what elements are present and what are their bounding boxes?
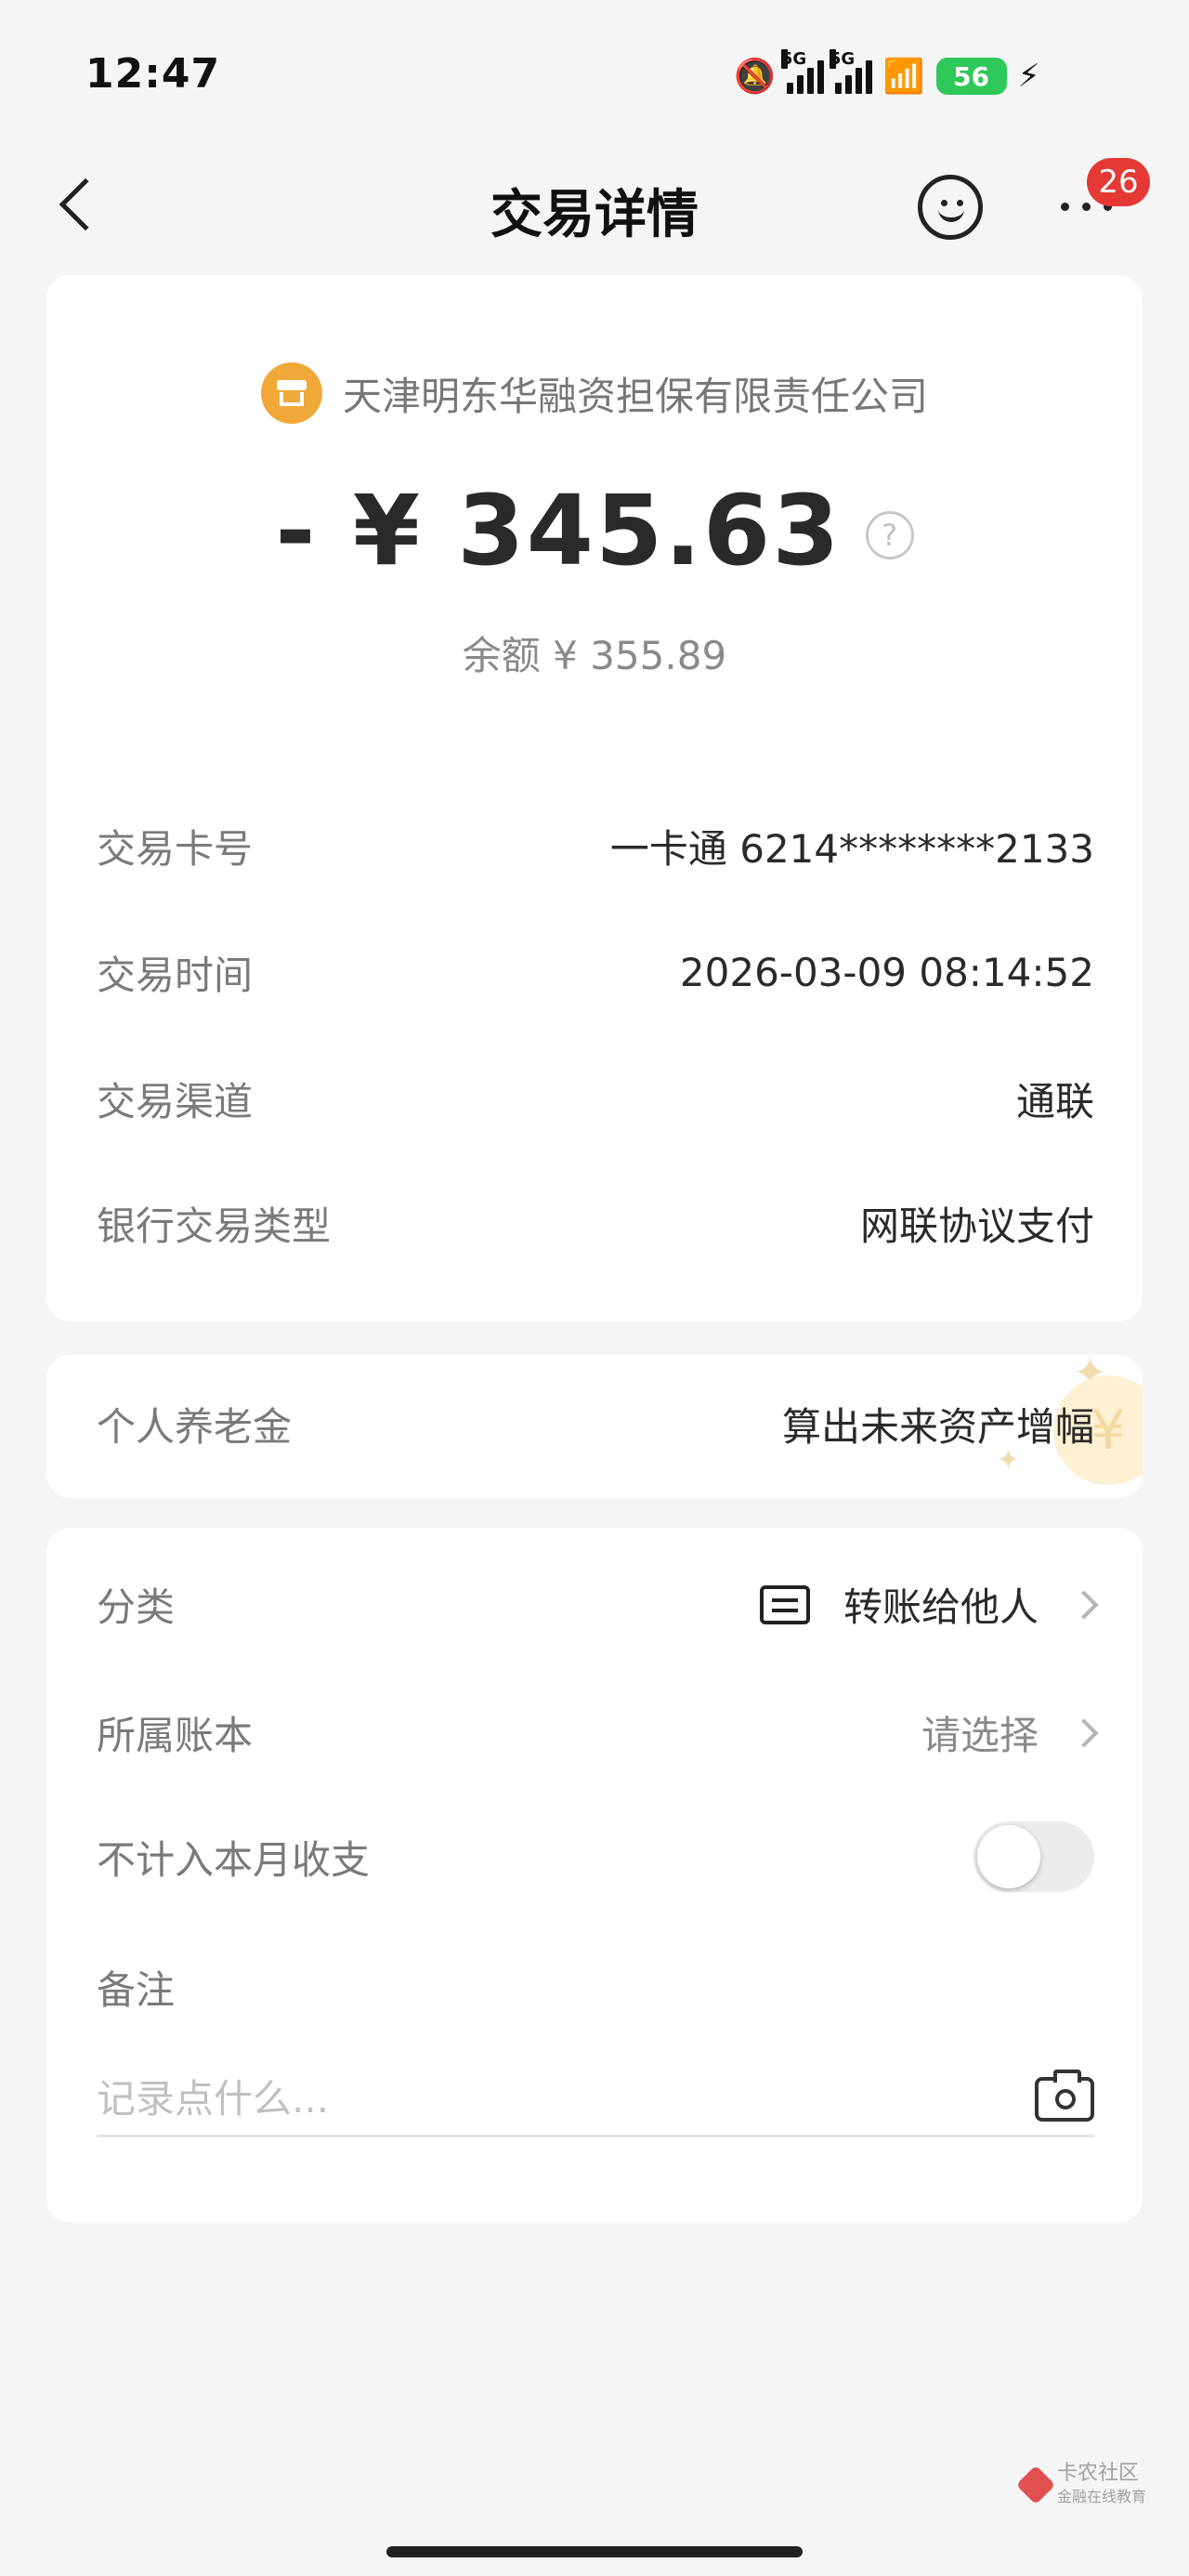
transaction-amount: - ¥ 345.63 [275,474,842,587]
ledger-value-group: 请选择 [921,1704,1099,1761]
pension-banner[interactable]: ✦ ✦ ¥ 个人养老金 算出未来资产增幅 [46,1355,1143,1498]
pension-label: 个人养老金 [97,1404,293,1450]
note-label-row: 备注 [97,1959,1094,2016]
ledger-value: 请选择 [921,1713,1039,1758]
watermark: 卡农社区 金融在线教育 [1015,2462,1147,2507]
settings-card: 分类 转账给他人 所属账本 请选择 不计入本月收支 备注 [46,1528,1143,2223]
ledger-label: 所属账本 [97,1713,254,1758]
detail-value: 通联 [1015,1079,1094,1124]
amount-row: - ¥ 345.63 ? [46,474,1143,587]
merchant-icon [260,362,322,424]
detail-row-time: 交易时间 2026-03-09 08:14:52 [97,944,1094,1001]
detail-value: 网联协议支付 [859,1203,1094,1249]
detail-row-card: 交易卡号 一卡通 6214********2133 [97,818,1094,874]
pension-value: 算出未来资产增幅 [781,1404,1094,1450]
battery-icon: 56 [935,58,1007,95]
note-label: 备注 [97,1967,176,2013]
watermark-line2: 金融在线教育 [1057,2488,1147,2506]
notification-badge: 26 [1087,158,1150,206]
exclude-label: 不计入本月收支 [97,1836,371,1883]
home-indicator[interactable] [386,2546,803,2557]
category-value: 转账给他人 [843,1584,1039,1630]
category-row[interactable]: 分类 转账给他人 [97,1576,1099,1633]
mute-icon: 🔕 [734,58,776,96]
help-icon[interactable]: ? [865,511,914,559]
detail-label: 交易卡号 [97,826,254,872]
charging-icon: ⚡ [1017,58,1040,95]
note-input-row [97,2063,1094,2137]
pension-row: 个人养老金 算出未来资产增幅 [97,1396,1094,1452]
category-value-group: 转账给他人 [759,1576,1099,1633]
wifi-icon: 📶 [882,58,925,96]
exclude-toggle[interactable] [973,1821,1094,1892]
merchant-row: 天津明东华融资担保有限责任公司 [46,362,1143,424]
camera-icon[interactable] [1035,2069,1094,2122]
category-label: 分类 [97,1584,176,1630]
detail-label: 交易时间 [97,953,254,998]
merchant-name: 天津明东华融资担保有限责任公司 [342,373,928,419]
note-input[interactable] [97,2076,933,2122]
face-icon[interactable] [918,175,983,240]
chevron-right-icon [1069,1589,1099,1620]
watermark-logo-icon [1015,2464,1056,2505]
transaction-card: 天津明东华融资担保有限责任公司 - ¥ 345.63 ? 余额 ¥ 355.89… [46,275,1143,1321]
balance-text: 余额 ¥ 355.89 [462,633,727,678]
signal-icon-1: 5G [780,49,824,94]
watermark-line1: 卡农社区 [1057,2462,1140,2485]
detail-value: 2026-03-09 08:14:52 [679,950,1094,995]
status-icons: 🔕 5G 5G 📶 56 ⚡ [734,49,1040,100]
transfer-icon [759,1584,810,1624]
detail-row-type: 银行交易类型 网联协议支付 [97,1195,1094,1252]
status-time: 12:47 [85,50,221,98]
page-title: 交易详情 [490,185,699,245]
ledger-row[interactable]: 所属账本 请选择 [97,1704,1099,1761]
chevron-right-icon [1069,1717,1099,1748]
detail-label: 银行交易类型 [97,1203,332,1249]
detail-label: 交易渠道 [97,1079,254,1124]
exclude-row: 不计入本月收支 [97,1821,1094,1892]
detail-row-channel: 交易渠道 通联 [97,1071,1094,1127]
signal-icon-2: 5G [829,49,872,94]
detail-value: 一卡通 6214********2133 [609,826,1094,872]
